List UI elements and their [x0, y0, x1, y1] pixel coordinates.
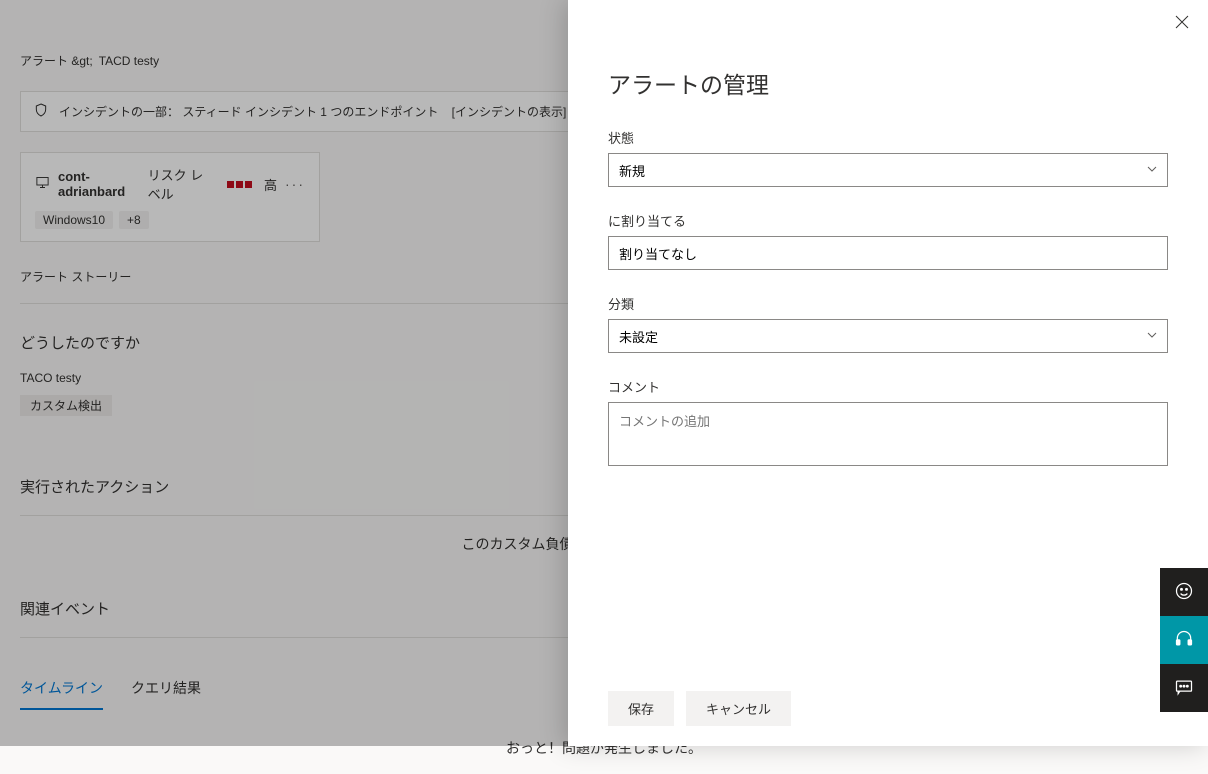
close-icon — [1174, 17, 1190, 33]
comment-label: コメント — [608, 377, 1168, 396]
tab-query-results[interactable]: クエリ結果 — [131, 668, 201, 710]
state-select[interactable] — [608, 153, 1168, 187]
machine-name: cont-adrianbard — [58, 169, 140, 199]
machine-card[interactable]: cont-adrianbard リスク レベル 高 ··· Windows10 … — [20, 152, 320, 242]
machine-more-count[interactable]: +8 — [119, 211, 149, 229]
incident-text: スティード インシデント 1 つのエンドポイント — [182, 105, 438, 119]
emoji-icon — [1174, 581, 1194, 604]
classification-label: 分類 — [608, 294, 1168, 313]
shield-icon — [33, 102, 49, 121]
strip-support-button[interactable] — [1160, 616, 1208, 664]
side-action-strip — [1160, 568, 1208, 712]
panel-title: アラートの管理 — [568, 20, 1208, 120]
classification-select[interactable] — [608, 319, 1168, 353]
manage-alert-panel: アラートの管理 状態 に割り当てる 分類 コメント — [568, 0, 1208, 746]
breadcrumb-root[interactable]: アラート &gt; — [20, 52, 93, 69]
machine-os: Windows10 — [35, 211, 113, 229]
comment-textarea[interactable] — [608, 402, 1168, 466]
tab-timeline[interactable]: タイムライン — [20, 668, 103, 710]
machine-overflow-menu[interactable]: ··· — [285, 176, 305, 192]
strip-feedback-button[interactable] — [1160, 568, 1208, 616]
chat-icon — [1174, 677, 1194, 700]
cancel-button[interactable]: キャンセル — [686, 691, 791, 726]
detection-tag: カスタム検出 — [20, 395, 112, 416]
close-button[interactable] — [1174, 14, 1190, 33]
strip-chat-button[interactable] — [1160, 664, 1208, 712]
headset-icon — [1174, 629, 1194, 652]
risk-level: 高 — [264, 175, 277, 194]
risk-squares-icon — [227, 181, 252, 188]
risk-label: リスク レベル — [148, 165, 215, 203]
save-button[interactable]: 保存 — [608, 691, 674, 726]
incident-prefix: インシデントの一部： — [59, 105, 179, 119]
assign-label: に割り当てる — [608, 211, 1168, 230]
state-label: 状態 — [608, 128, 1168, 147]
assign-input[interactable] — [608, 236, 1168, 270]
breadcrumb-current: TACD testy — [99, 54, 159, 68]
monitor-icon — [35, 175, 50, 193]
